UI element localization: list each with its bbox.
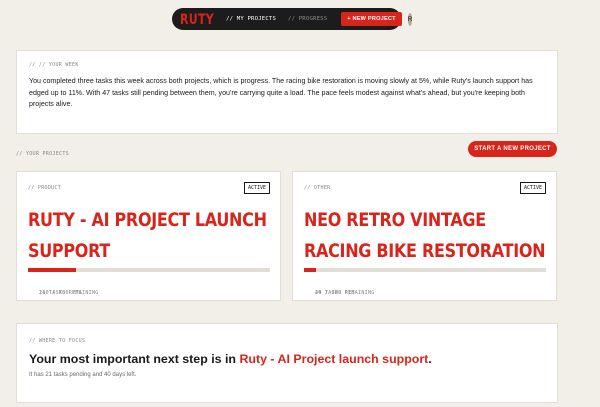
new-project-button[interactable]: + NEW PROJECT bbox=[341, 12, 402, 26]
project-category: // OTHER bbox=[304, 185, 331, 191]
weekly-summary-text: You completed three tasks this week acro… bbox=[29, 77, 533, 108]
project-category: // PRODUCT bbox=[28, 185, 62, 191]
project-tasks-remaining: 24 TASKS REMAINING bbox=[315, 290, 375, 296]
focus-detail: It has 21 tasks pending and 40 days left… bbox=[29, 372, 137, 378]
focus-heading-prefix: Your most important next step is in bbox=[29, 352, 240, 366]
progress-bar bbox=[28, 268, 270, 272]
weekly-summary-card: // // YOUR WEEK You completed three task… bbox=[16, 50, 558, 134]
nav-progress[interactable]: // PROGRESS bbox=[288, 16, 327, 22]
progress-bar-fill bbox=[28, 268, 77, 272]
status-badge: ACTIVE bbox=[519, 182, 546, 194]
focus-project-link[interactable]: Ruty - AI Project launch support bbox=[239, 352, 428, 366]
app-logo[interactable]: RUTY bbox=[180, 11, 214, 27]
projects-section-label: // YOUR PROJECTS bbox=[16, 151, 69, 157]
project-card[interactable]: // PRODUCT ACTIVE RUTY - AI PROJECT LAUN… bbox=[16, 171, 281, 301]
project-tasks-remaining: 21 TASKS REMAINING bbox=[39, 290, 99, 296]
focus-heading: Your most important next step is in Ruty… bbox=[29, 352, 549, 366]
weekly-summary-eyebrow: // // YOUR WEEK bbox=[29, 62, 79, 68]
focus-card: // WHERE TO FOCUS Your most important ne… bbox=[16, 323, 558, 403]
nav-my-projects[interactable]: // MY PROJECTS bbox=[226, 16, 276, 22]
status-badge: ACTIVE bbox=[243, 182, 270, 194]
start-new-project-button[interactable]: START A NEW PROJECT bbox=[468, 141, 557, 157]
focus-eyebrow: // WHERE TO FOCUS bbox=[29, 338, 86, 344]
progress-bar-fill bbox=[304, 268, 317, 272]
top-nav: RUTY // MY PROJECTS // PROGRESS + NEW PR… bbox=[172, 8, 413, 30]
progress-bar bbox=[304, 268, 546, 272]
project-title[interactable]: RUTY - AI PROJECT LAUNCH SUPPORT bbox=[28, 205, 273, 266]
avatar[interactable]: R bbox=[407, 12, 413, 26]
focus-heading-suffix: . bbox=[428, 352, 432, 366]
project-title[interactable]: NEO RETRO VINTAGE RACING BIKE RESTORATIO… bbox=[304, 205, 549, 266]
project-card[interactable]: // OTHER ACTIVE NEO RETRO VINTAGE RACING… bbox=[292, 171, 557, 301]
